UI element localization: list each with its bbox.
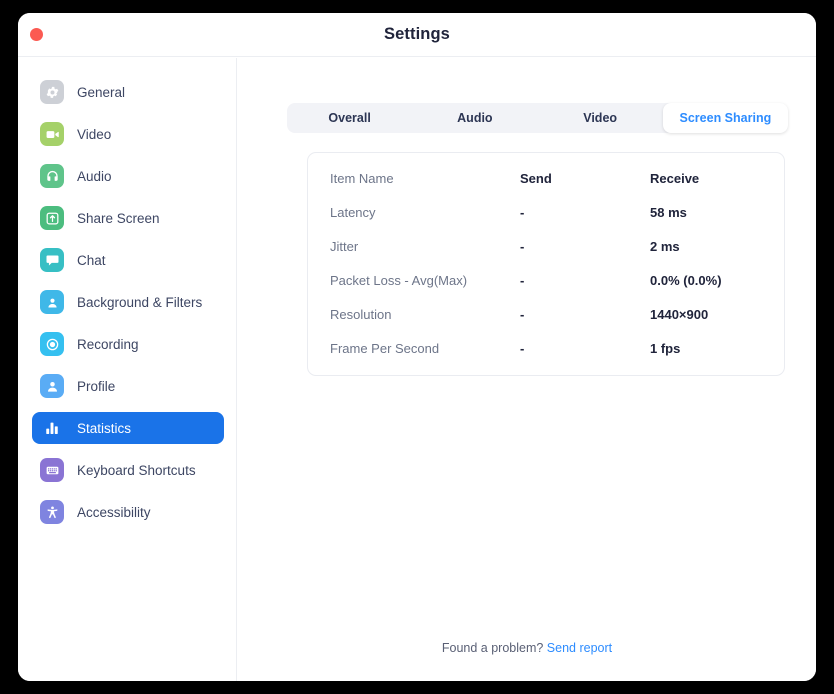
tab-screen-sharing[interactable]: Screen Sharing — [662, 103, 788, 133]
sidebar-item-label: Accessibility — [77, 504, 151, 520]
sidebar-item-label: Profile — [77, 378, 116, 394]
table-row: Jitter - 2 ms — [308, 229, 784, 263]
send-report-link[interactable]: Send report — [547, 641, 612, 655]
tab-audio[interactable]: Audio — [412, 103, 537, 133]
sidebar-item-chat[interactable]: Chat — [32, 244, 224, 276]
stats-tab-bar: Overall Audio Video Screen Sharing — [287, 103, 788, 133]
stat-name: Packet Loss - Avg(Max) — [330, 272, 468, 288]
recording-icon — [40, 332, 64, 356]
main-content: Overall Audio Video Screen Sharing Item Nam… — [238, 58, 816, 681]
tab-video[interactable]: Video — [538, 103, 663, 133]
table-row: Packet Loss - Avg(Max) - 0.0% (0.0%) — [308, 263, 784, 297]
sidebar-item-statistics[interactable]: Statistics — [32, 412, 224, 444]
sidebar-item-label: Chat — [77, 252, 106, 268]
table-row: Latency - 58 ms — [308, 195, 784, 229]
sidebar-item-label: Keyboard Shortcuts — [77, 462, 196, 478]
sidebar-item-label: Audio — [77, 168, 112, 184]
sidebar-item-general[interactable]: General — [32, 76, 224, 108]
table-header-row: Item Name Send Receive — [308, 161, 784, 195]
stat-name: Latency — [330, 204, 376, 220]
keyboard-icon — [40, 458, 64, 482]
stat-send-value: - — [520, 204, 525, 220]
sidebar-nav: General Video Audio Share Screen Chat Backgro… — [18, 58, 237, 681]
accessibility-icon — [40, 500, 64, 524]
stat-name: Jitter — [330, 238, 359, 254]
table-row: Frame Per Second - 1 fps — [308, 331, 784, 365]
table-row: Resolution - 1440×900 — [308, 297, 784, 331]
profile-icon — [40, 374, 64, 398]
sidebar-item-label: Video — [77, 126, 112, 142]
statistics-icon — [40, 416, 64, 440]
headphones-icon — [40, 164, 64, 188]
table-body: Latency - 58 ms Jitter - 2 ms Packet Loss - Av… — [308, 195, 784, 365]
stat-receive-value: 1440×900 — [650, 306, 709, 322]
sidebar-item-background-filters[interactable]: Background & Filters — [32, 286, 224, 318]
video-camera-icon — [40, 122, 64, 146]
title-bar: Settings — [18, 13, 816, 57]
column-header-send: Send — [520, 170, 552, 186]
stat-send-value: - — [520, 306, 525, 322]
sidebar-item-keyboard-shortcuts[interactable]: Keyboard Shortcuts — [32, 454, 224, 486]
sidebar-item-label: Background & Filters — [77, 294, 203, 310]
tab-overall[interactable]: Overall — [287, 103, 412, 133]
background-filters-icon — [40, 290, 64, 314]
sidebar-item-video[interactable]: Video — [32, 118, 224, 150]
sidebar-item-label: Share Screen — [77, 210, 160, 226]
stat-send-value: - — [520, 272, 525, 288]
sidebar-item-profile[interactable]: Profile — [32, 370, 224, 402]
page-title: Settings — [384, 25, 450, 43]
stat-receive-value: 1 fps — [650, 340, 681, 356]
chat-bubble-icon — [40, 248, 64, 272]
stat-send-value: - — [520, 238, 525, 254]
share-screen-icon — [40, 206, 64, 230]
gear-icon — [40, 80, 64, 104]
column-header-item-name: Item Name — [330, 170, 394, 186]
stat-name: Resolution — [330, 306, 392, 322]
sidebar-item-label: Recording — [77, 336, 139, 352]
settings-window: Settings General Video Audio Share Screen Ch… — [18, 13, 816, 681]
column-header-receive: Receive — [650, 170, 700, 186]
sidebar-item-audio[interactable]: Audio — [32, 160, 224, 192]
sidebar-item-share-screen[interactable]: Share Screen — [32, 202, 224, 234]
sidebar-item-label: General — [77, 84, 126, 100]
statistics-table: Item Name Send Receive Latency - 58 ms Jitt… — [307, 152, 785, 376]
sidebar-item-label: Statistics — [77, 420, 132, 436]
footer-prompt: Found a problem? — [441, 641, 544, 655]
stat-receive-value: 0.0% (0.0%) — [650, 272, 722, 288]
stat-name: Frame Per Second — [330, 340, 440, 356]
sidebar-item-accessibility[interactable]: Accessibility — [32, 496, 224, 528]
footer: Found a problem? Send report — [238, 641, 816, 655]
stat-receive-value: 2 ms — [650, 238, 680, 254]
stat-receive-value: 58 ms — [650, 204, 687, 220]
sidebar-item-recording[interactable]: Recording — [32, 328, 224, 360]
stat-send-value: - — [520, 340, 525, 356]
